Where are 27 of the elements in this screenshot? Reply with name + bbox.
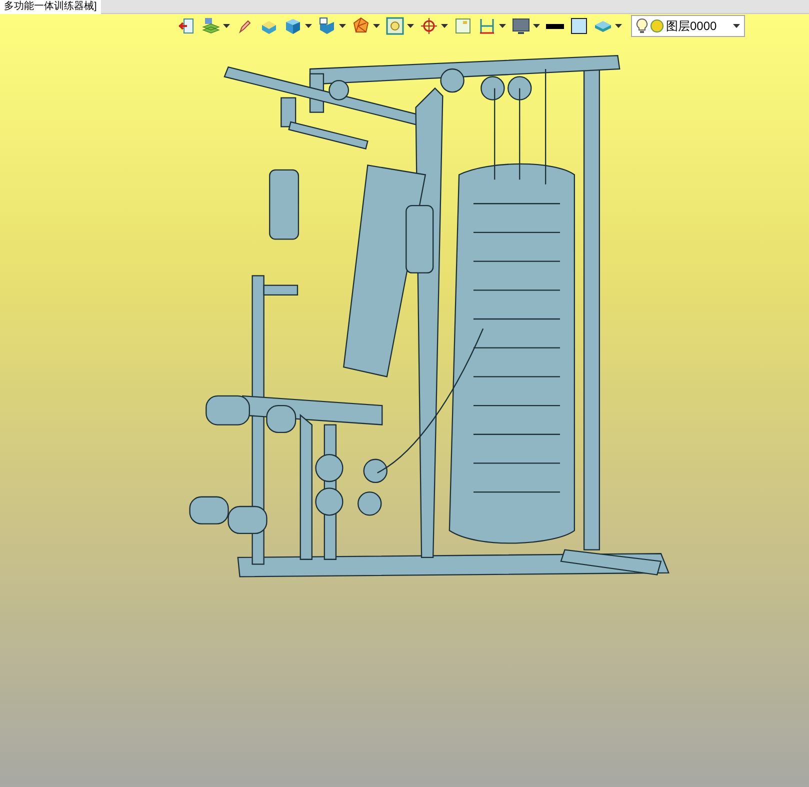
caret-icon [615, 24, 622, 28]
color-swatch-icon [570, 17, 588, 35]
cube-icon [284, 17, 302, 35]
target-icon [420, 17, 438, 35]
exit-icon [178, 17, 196, 35]
toolbar-button[interactable] [569, 15, 589, 37]
caret-icon [441, 24, 448, 28]
frame-icon [386, 17, 404, 35]
cube-icon [318, 17, 336, 35]
light-bulb-icon [636, 18, 648, 34]
caret-icon [223, 24, 230, 28]
monitor-icon [512, 17, 530, 35]
caret-icon [733, 24, 740, 28]
document-tab[interactable]: 多功能一体训练器械] [0, 0, 101, 14]
caret-icon [533, 24, 540, 28]
layer-name: 图层0000 [666, 18, 718, 35]
frame-icon [454, 17, 472, 35]
polyhedron-icon [352, 17, 370, 35]
caret-icon [499, 24, 506, 28]
caret-icon [339, 24, 346, 28]
line-weight-icon [546, 24, 564, 28]
dimension-icon [478, 17, 496, 35]
caret-icon [373, 24, 380, 28]
caret-icon [305, 24, 312, 28]
layers-icon [202, 17, 220, 35]
caret-icon [407, 24, 414, 28]
layer-selector[interactable]: 图层0000 [631, 15, 745, 37]
